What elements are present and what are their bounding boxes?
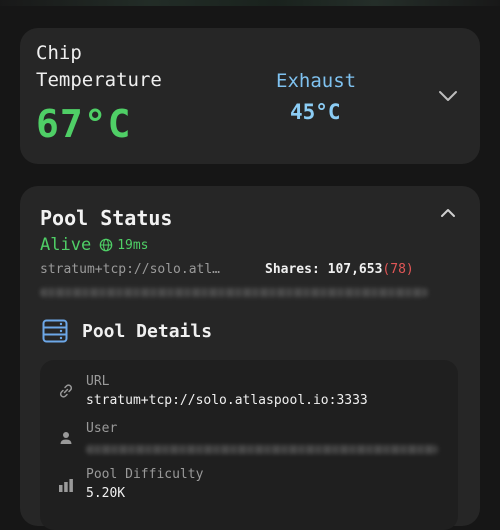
pool-status-row: Alive 19ms [40, 235, 149, 255]
chip-temperature-value: 67°C [36, 102, 132, 146]
url-label: URL [86, 374, 110, 389]
url-value: stratum+tcp://solo.atlaspool.io:3333 [86, 393, 368, 408]
pool-latency: 19ms [117, 237, 149, 253]
exhaust-label: Exhaust [276, 70, 357, 92]
link-icon [59, 384, 73, 398]
shares-value: 107,653 [327, 262, 383, 277]
rejected-shares: (78) [382, 262, 414, 277]
top-content-edge [0, 0, 500, 6]
globe-icon [99, 238, 113, 252]
pool-url-short: stratum+tcp://solo.atl… [40, 262, 221, 277]
pool-difficulty-value: 5.20K [86, 486, 126, 501]
blurred-user-value [86, 445, 438, 454]
bar-chart-icon [59, 479, 73, 492]
shares-label: Shares: [265, 262, 320, 277]
user-label: User [86, 421, 118, 436]
pool-details-title: Pool Details [82, 321, 213, 342]
blurred-worker-address [40, 288, 428, 297]
chevron-up-icon[interactable] [436, 201, 460, 225]
person-icon [60, 432, 72, 444]
pool-status-title: Pool Status [40, 206, 173, 230]
pool-status-card: Pool Status Alive 19ms stratum+tcp://sol… [20, 186, 480, 530]
chip-temperature-card[interactable]: Chip Temperature 67°C Exhaust 45°C [20, 28, 480, 164]
pool-alive-status: Alive [40, 235, 92, 255]
chevron-down-icon[interactable] [436, 84, 460, 108]
server-icon [42, 319, 68, 343]
shares-count: Shares: 107,653(78) [265, 262, 414, 277]
pool-difficulty-label: Pool Difficulty [86, 467, 204, 482]
chip-temperature-label: Chip Temperature [36, 42, 162, 91]
pool-details-panel: URL stratum+tcp://solo.atlaspool.io:3333… [40, 360, 458, 530]
exhaust-value: 45°C [290, 100, 341, 124]
